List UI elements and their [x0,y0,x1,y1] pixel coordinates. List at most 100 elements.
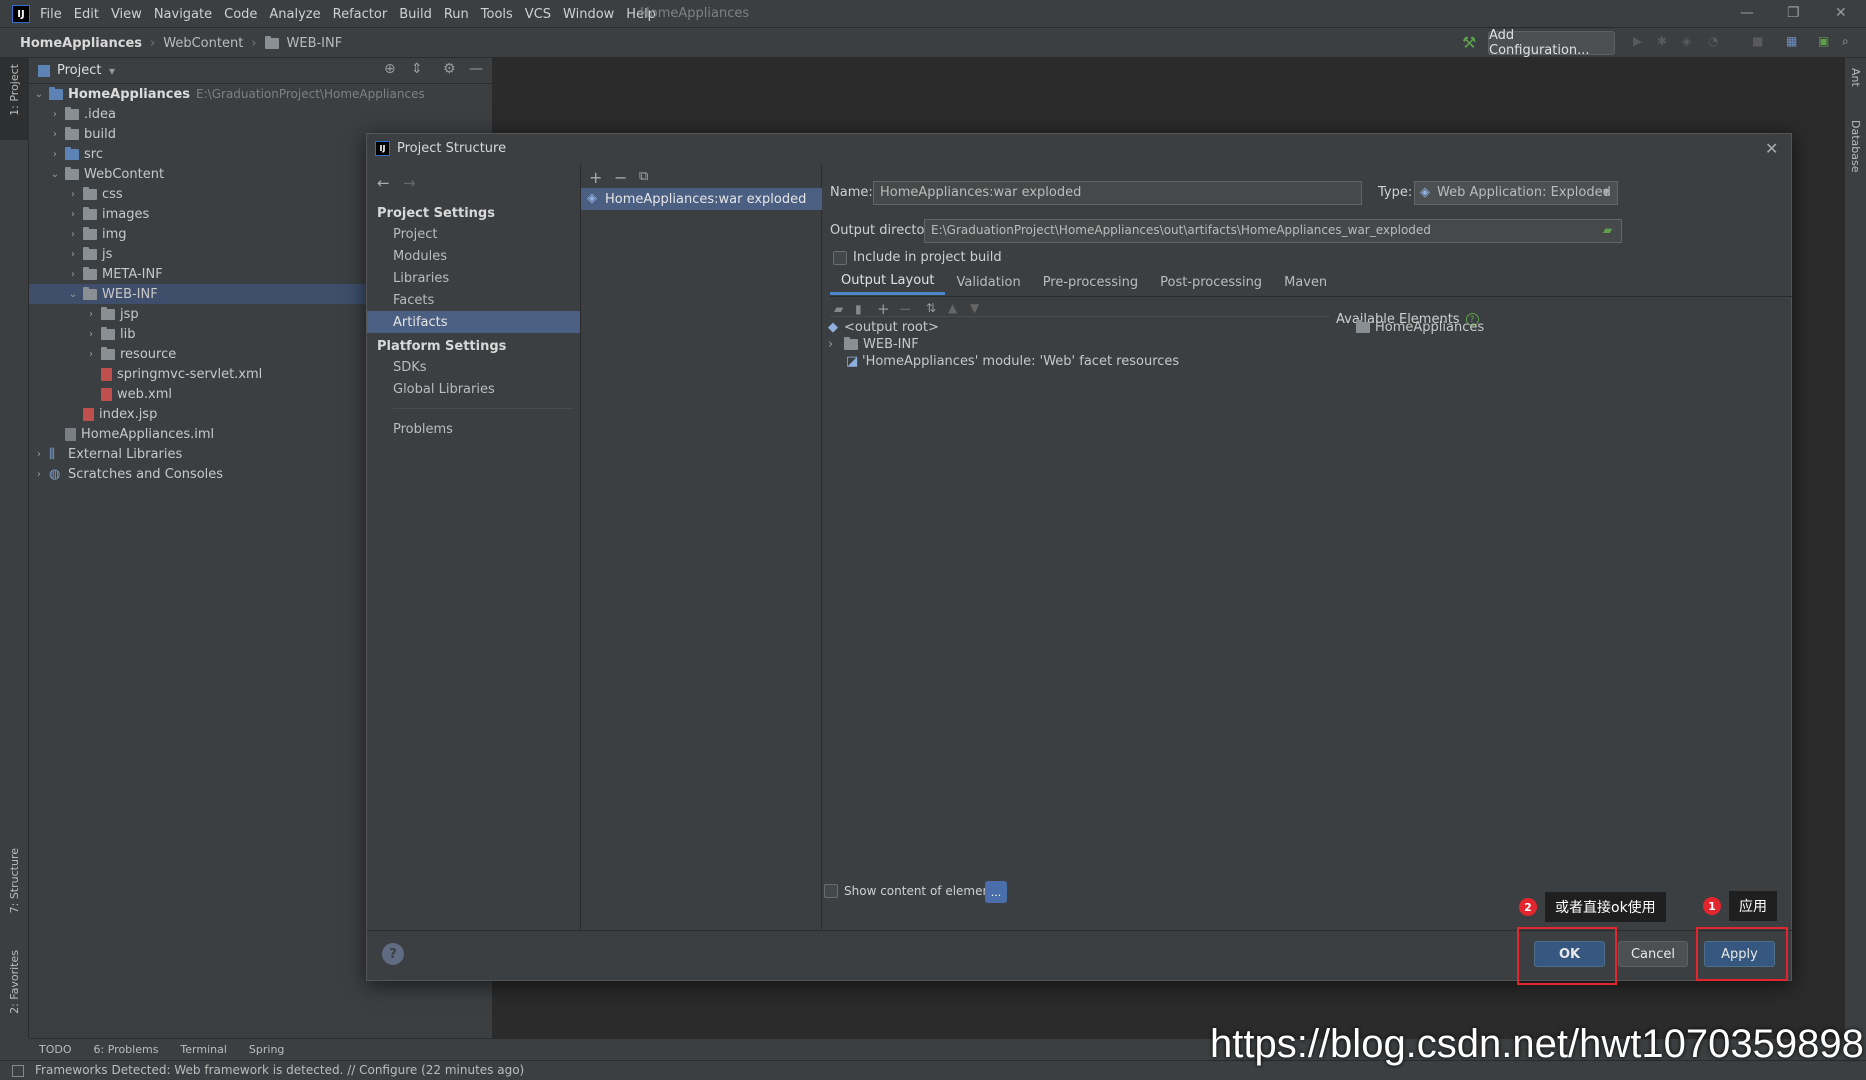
chevron-right-icon[interactable]: › [33,449,45,460]
tab-pre-processing[interactable]: Pre-processing [1032,271,1149,294]
stop-icon[interactable]: ■ [1752,34,1770,52]
status-message[interactable]: Frameworks Detected: Web framework is de… [35,1063,524,1077]
cancel-button[interactable]: Cancel [1618,941,1688,967]
breadcrumb-webinf[interactable]: WEB-INF [287,36,343,51]
breadcrumb-project[interactable]: HomeAppliances [20,36,142,51]
menu-tools[interactable]: Tools [481,7,513,22]
structure-tool-tab[interactable]: 7: Structure [8,848,21,913]
menu-file[interactable]: File [40,7,62,22]
help-button[interactable]: ? [382,943,404,965]
project-tool-tab[interactable]: 1: Project [8,64,21,116]
chevron-right-icon[interactable]: › [67,269,79,280]
chevron-right-icon[interactable]: › [49,149,61,160]
chevron-right-icon[interactable]: › [85,309,97,320]
create-directory-icon[interactable]: ▰ [834,302,843,316]
menu-build[interactable]: Build [399,7,432,22]
chevron-right-icon[interactable]: › [67,189,79,200]
chevron-right-icon[interactable]: › [67,249,79,260]
show-content-options-button[interactable]: ... [985,881,1007,903]
tab-post-processing[interactable]: Post-processing [1149,271,1273,294]
build-hammer-icon[interactable]: ⚒ [1462,33,1476,52]
coverage-icon[interactable]: ◈ [1682,34,1700,52]
output-directory-input[interactable]: E:\GraduationProject\HomeAppliances\out\… [924,219,1622,243]
forward-arrow-icon[interactable]: → [403,174,416,192]
menu-edit[interactable]: Edit [74,7,99,22]
show-content-checkbox[interactable] [824,884,838,898]
facet-resources-node[interactable]: ◪ 'HomeAppliances' module: 'Web' facet r… [846,352,1179,370]
chevron-right-icon[interactable]: › [828,337,842,352]
locate-icon[interactable]: ⊕ [384,61,396,77]
hide-panel-icon[interactable]: — [469,61,483,77]
menu-navigate[interactable]: Navigate [154,7,212,22]
favorites-tool-tab[interactable]: 2: Favorites [8,950,21,1014]
chevron-down-icon[interactable]: ▾ [109,64,115,78]
back-arrow-icon[interactable]: ← [377,174,390,192]
run-icon[interactable]: ▶ [1633,34,1651,52]
nav-facets[interactable]: Facets [367,289,580,311]
sort-icon[interactable]: ⇅ [926,301,936,315]
chevron-right-icon[interactable]: › [49,109,61,120]
move-up-icon[interactable]: ▲ [948,301,957,315]
output-root-node[interactable]: ◆ <output root> [828,318,939,336]
tree-item-idea[interactable]: › .idea [29,104,493,124]
breadcrumb-webcontent[interactable]: WebContent [163,36,243,51]
project-view-selector[interactable]: Project [57,63,101,78]
chevron-right-icon[interactable]: › [67,209,79,220]
chevron-right-icon[interactable]: › [85,349,97,360]
chevron-down-icon[interactable]: ⌄ [49,169,61,180]
close-window-icon[interactable]: ✕ [1835,5,1847,21]
todo-tab[interactable]: TODO [39,1043,72,1056]
chevron-down-icon[interactable]: ⌄ [33,89,45,100]
name-input[interactable]: HomeAppliances:war exploded [873,181,1362,205]
add-configuration-button[interactable]: Add Configuration... [1488,28,1615,58]
menu-analyze[interactable]: Analyze [269,7,320,22]
restore-icon[interactable]: ❐ [1787,5,1800,21]
menu-run[interactable]: Run [444,7,469,22]
chevron-right-icon[interactable]: › [33,469,45,480]
minimize-icon[interactable]: — [1740,5,1754,21]
available-element-item[interactable]: HomeAppliances [1354,318,1484,336]
run-anything-icon[interactable]: ▣ [1818,34,1836,52]
search-icon[interactable]: ⌕ [1842,34,1860,52]
nav-project[interactable]: Project [367,223,580,245]
menu-view[interactable]: View [111,7,142,22]
status-layout-icon[interactable] [12,1065,24,1077]
remove-icon[interactable]: − [614,168,627,187]
chevron-right-icon[interactable]: › [49,129,61,140]
move-down-icon[interactable]: ▼ [970,301,979,315]
web-inf-node[interactable]: › WEB-INF [828,335,919,353]
chevron-down-icon[interactable]: ▾ [1603,185,1610,200]
browse-folder-icon[interactable]: ▰ [1603,223,1612,237]
chevron-right-icon[interactable]: › [67,229,79,240]
tab-validation[interactable]: Validation [945,271,1031,294]
tab-maven[interactable]: Maven [1273,271,1338,294]
debug-icon[interactable]: ✱ [1657,34,1675,52]
menu-vcs[interactable]: VCS [525,7,551,22]
database-tool-tab[interactable]: Database [1849,120,1862,173]
tree-root[interactable]: ⌄ HomeAppliances E:\GraduationProject\Ho… [29,84,493,104]
tab-output-layout[interactable]: Output Layout [830,269,946,295]
nav-artifacts[interactable]: Artifacts [367,311,580,333]
ant-tool-tab[interactable]: Ant [1849,68,1862,87]
problems-tab[interactable]: 6: Problems [94,1043,159,1056]
include-build-checkbox[interactable] [833,251,847,265]
type-select[interactable]: ◈ Web Application: Exploded ▾ [1414,181,1618,205]
close-icon[interactable]: ✕ [1765,139,1778,158]
gear-icon[interactable]: ⚙ [443,61,456,77]
nav-global-libraries[interactable]: Global Libraries [367,378,580,400]
profile-icon[interactable]: ◔ [1708,34,1726,52]
nav-libraries[interactable]: Libraries [367,267,580,289]
nav-problems[interactable]: Problems [367,418,580,440]
create-archive-icon[interactable]: ▮ [855,302,862,316]
collapse-all-icon[interactable]: ⇕ [411,61,423,77]
artifact-item[interactable]: ◈ HomeAppliances:war exploded [581,188,822,210]
menu-refactor[interactable]: Refactor [333,7,388,22]
chevron-down-icon[interactable]: ⌄ [67,289,79,300]
terminal-tab[interactable]: Terminal [180,1043,227,1056]
menu-code[interactable]: Code [224,7,257,22]
add-icon[interactable]: + [589,168,602,187]
copy-icon[interactable]: ⧉ [639,169,648,184]
menu-window[interactable]: Window [563,7,614,22]
spring-tab[interactable]: Spring [249,1043,285,1056]
nav-sdks[interactable]: SDKs [367,356,580,378]
